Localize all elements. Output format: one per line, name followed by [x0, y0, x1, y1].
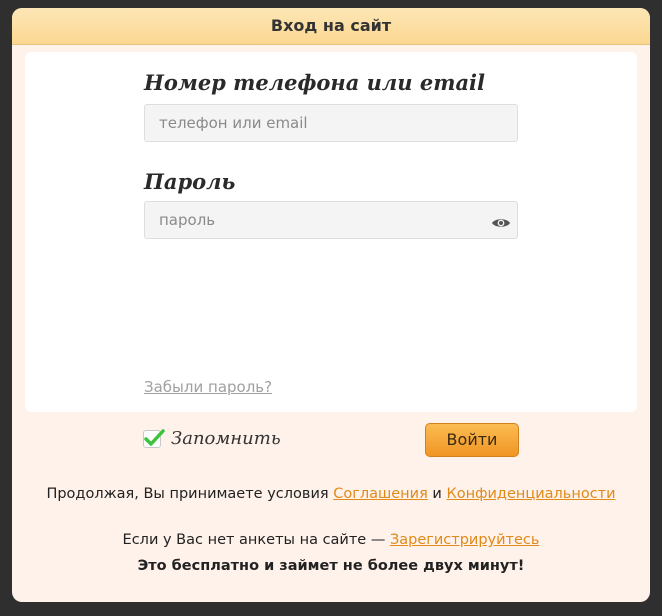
- register-link[interactable]: Зарегистрируйтесь: [390, 532, 540, 548]
- terms-prefix: Продолжая, Вы принимаете условия: [46, 486, 334, 502]
- agreement-link[interactable]: Соглашения: [333, 486, 428, 502]
- login-form-card: Номер телефона или email Пароль Забыли п…: [25, 52, 637, 412]
- remember-me[interactable]: Запомнить: [143, 428, 281, 449]
- password-field-label: Пароль: [144, 169, 236, 194]
- register-text: Если у Вас нет анкеты на сайте — Зарегис…: [12, 532, 650, 548]
- forgot-password-link[interactable]: Забыли пароль?: [144, 378, 272, 396]
- register-prefix: Если у Вас нет анкеты на сайте —: [122, 532, 390, 548]
- modal-header: Вход на сайт: [12, 8, 650, 45]
- privacy-link[interactable]: Конфиденциальности: [446, 486, 615, 502]
- login-modal: Вход на сайт Номер телефона или email Па…: [12, 8, 650, 602]
- terms-text: Продолжая, Вы принимаете условия Соглаше…: [12, 486, 650, 502]
- login-field-label: Номер телефона или email: [144, 70, 486, 95]
- password-input[interactable]: [144, 201, 518, 239]
- eye-icon[interactable]: [491, 215, 511, 229]
- login-button[interactable]: Войти: [425, 423, 519, 457]
- remember-checkbox[interactable]: [143, 428, 165, 448]
- check-icon: [144, 428, 165, 446]
- terms-conjunction: и: [427, 486, 447, 502]
- remember-label: Запомнить: [171, 428, 281, 449]
- login-input[interactable]: [144, 104, 518, 142]
- register-note: Это бесплатно и займет не более двух мин…: [137, 558, 525, 574]
- modal-title: Вход на сайт: [270, 16, 392, 35]
